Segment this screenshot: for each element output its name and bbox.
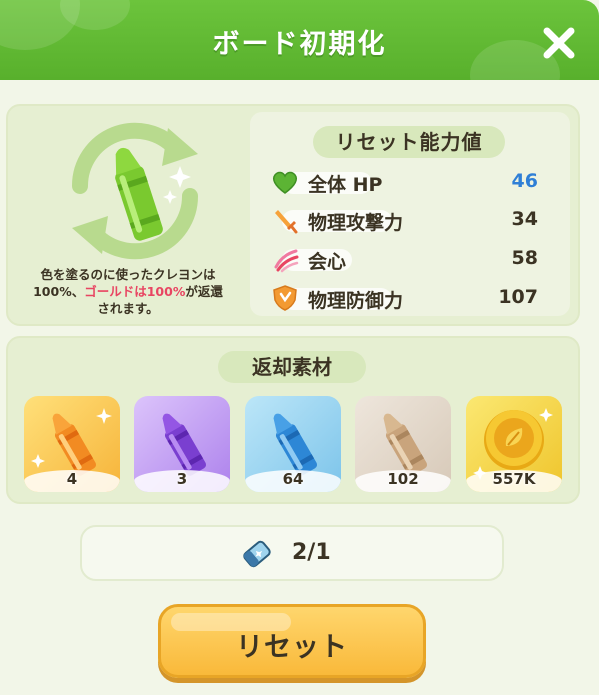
close-icon[interactable] bbox=[538, 22, 580, 64]
material-count: 4 bbox=[66, 470, 78, 488]
material-card[interactable]: 557K bbox=[466, 396, 562, 492]
sword-icon bbox=[275, 210, 298, 234]
material-card[interactable]: 4 bbox=[24, 396, 120, 492]
stat-value: 107 bbox=[498, 286, 538, 308]
eraser-ticket-icon bbox=[243, 540, 271, 568]
stat-label: 物理防御力 bbox=[308, 290, 404, 312]
claw-icon bbox=[274, 249, 299, 273]
stat-label: 全体 HP bbox=[308, 174, 383, 196]
dialog-title: ボード初期化 bbox=[212, 29, 387, 60]
stat-value: 58 bbox=[511, 247, 538, 269]
description-line-1: 色を塗るのに使ったクレヨンは bbox=[40, 267, 216, 282]
material-count: 64 bbox=[282, 470, 304, 488]
reset-description: 色を塗るのに使ったクレヨンは 100%、ゴールドは100%が返還 されます。 bbox=[8, 266, 248, 317]
stat-label: 会心 bbox=[308, 251, 347, 273]
material-card[interactable]: 3 bbox=[134, 396, 230, 492]
reset-button-label: リセット bbox=[236, 632, 348, 663]
shield-icon bbox=[273, 285, 297, 311]
stat-row-physical-defense: 物理防御力 107 bbox=[268, 284, 548, 312]
recycle-crayon-icon bbox=[71, 122, 199, 260]
heart-icon bbox=[273, 171, 297, 194]
reset-stats-title: リセット能力値 bbox=[313, 126, 505, 158]
materials-title: 返却素材 bbox=[218, 351, 366, 383]
stat-label: 物理攻撃力 bbox=[308, 212, 404, 234]
stat-row-hp: 全体 HP 46 bbox=[268, 168, 548, 196]
dialog-header: ボード初期化 bbox=[0, 0, 599, 80]
stat-value: 34 bbox=[511, 208, 538, 230]
stat-row-critical: 会心 58 bbox=[268, 245, 548, 273]
material-card[interactable]: 102 bbox=[355, 396, 451, 492]
material-count: 102 bbox=[387, 470, 419, 488]
stat-row-physical-attack: 物理攻撃力 34 bbox=[268, 206, 548, 234]
description-line-3: されます。 bbox=[97, 301, 159, 316]
material-count: 3 bbox=[176, 470, 188, 488]
description-gold-highlight: ゴールドは100% bbox=[84, 284, 186, 299]
material-card[interactable]: 64 bbox=[245, 396, 341, 492]
material-count: 557K bbox=[492, 470, 536, 488]
reset-button[interactable]: リセット bbox=[158, 604, 426, 678]
description-percent: 100%、 bbox=[33, 284, 85, 299]
description-return: が返還 bbox=[185, 284, 223, 299]
description-line-2: 100%、ゴールドは100%が返還 bbox=[8, 283, 248, 300]
stat-value: 46 bbox=[511, 170, 538, 192]
ticket-count: 2/1 bbox=[292, 540, 331, 565]
